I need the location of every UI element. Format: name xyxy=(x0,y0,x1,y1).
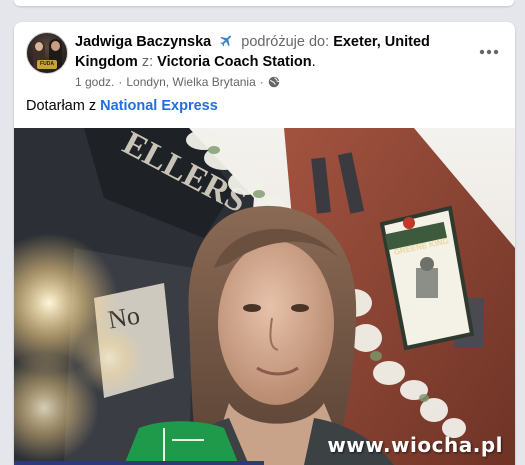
globe-icon[interactable] xyxy=(268,76,280,88)
airplane-icon xyxy=(220,35,232,47)
photo-scene: GREENE KING ELLERS No xyxy=(14,128,515,465)
post-text: Dotarłam z National Express xyxy=(26,96,218,116)
activity-text: podróżuje do: xyxy=(241,34,330,50)
post-text-prefix: Dotarłam z xyxy=(26,98,97,114)
post-title: Jadwiga Baczynska podróżuje do: Exeter, … xyxy=(75,32,460,72)
post-meta: 1 godz. · Londyn, Wielka Brytania · xyxy=(75,74,280,90)
title-period: . xyxy=(311,54,316,70)
post-card: FUDA Jadwiga Baczynska podróżuje do: Exe… xyxy=(14,22,515,465)
national-express-link[interactable]: National Express xyxy=(100,98,218,114)
next-element-edge xyxy=(14,461,264,465)
from-word: z: xyxy=(141,54,154,70)
post-photo[interactable]: GREENE KING ELLERS No www.wiocha.pl xyxy=(14,128,515,465)
more-options-icon xyxy=(479,49,499,55)
more-options-button[interactable] xyxy=(475,38,503,66)
green-object xyxy=(124,421,239,465)
previous-post-edge xyxy=(14,0,514,6)
avatar-face xyxy=(35,42,43,51)
author-name[interactable]: Jadwiga Baczynska xyxy=(75,34,211,50)
post-time[interactable]: 1 godz. xyxy=(75,74,114,90)
post-location[interactable]: Londyn, Wielka Brytania xyxy=(126,74,255,90)
watermark: www.wiocha.pl xyxy=(327,433,503,457)
meta-separator: · xyxy=(259,75,264,89)
meta-separator: · xyxy=(118,75,123,89)
avatar-face xyxy=(51,41,60,51)
origin-link[interactable]: Victoria Coach Station xyxy=(157,54,311,70)
avatar[interactable]: FUDA xyxy=(26,32,68,74)
avatar-stamp-text: FUDA xyxy=(40,61,54,67)
post-header: FUDA Jadwiga Baczynska podróżuje do: Exe… xyxy=(14,22,515,92)
